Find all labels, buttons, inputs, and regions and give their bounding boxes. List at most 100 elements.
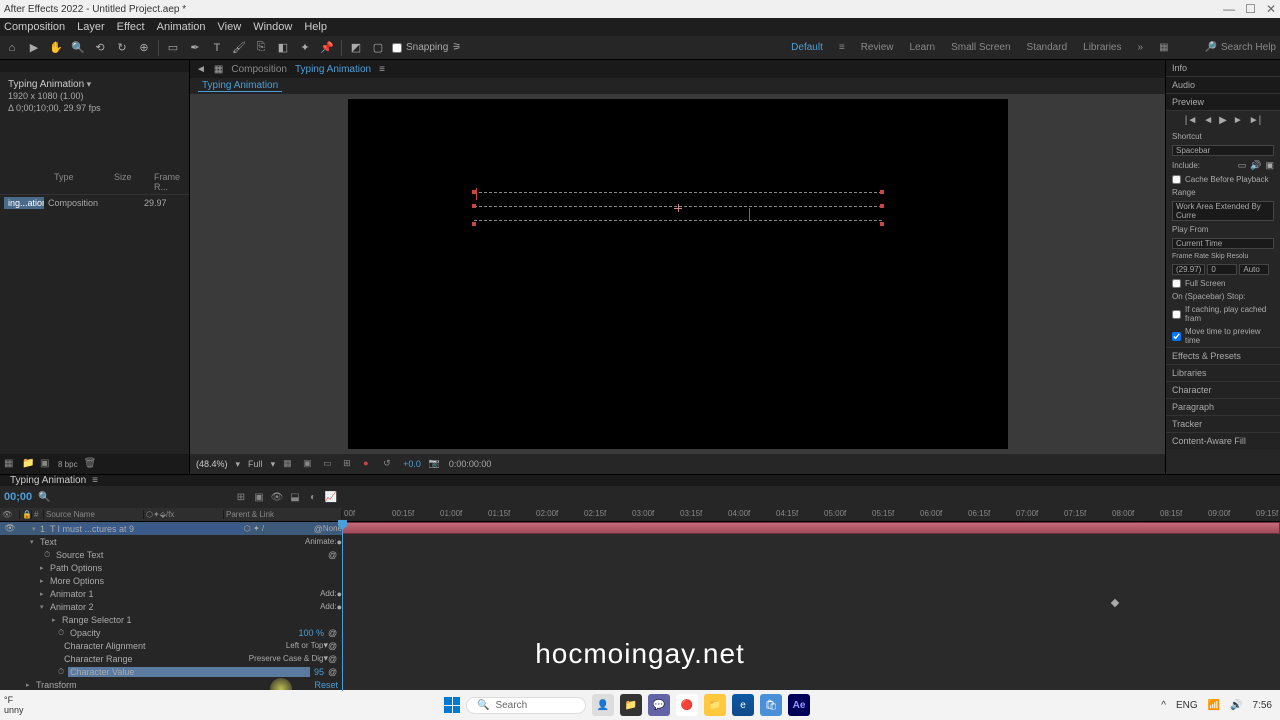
handle-bl[interactable]	[472, 222, 476, 226]
fullscreen-checkbox[interactable]	[1172, 279, 1181, 288]
play-from-value[interactable]: Current Time	[1172, 238, 1274, 249]
char-value-value[interactable]: 95	[310, 667, 328, 677]
snapping-checkbox[interactable]	[392, 43, 402, 53]
selection-tool-icon[interactable]: ▶	[26, 40, 42, 56]
last-frame-icon[interactable]: ►|	[1249, 115, 1262, 126]
maximize-icon[interactable]: ☐	[1245, 2, 1256, 16]
add-menu-1[interactable]: Add:	[320, 589, 336, 598]
tray-wifi-icon[interactable]: 📶	[1208, 700, 1220, 711]
panel-effects-presets[interactable]: Effects & Presets	[1166, 347, 1280, 364]
workspace-menu-icon[interactable]: ≡	[839, 42, 845, 53]
handle-tr[interactable]	[880, 190, 884, 194]
bpc-label[interactable]: 8 bpc	[58, 460, 78, 469]
menu-effect[interactable]: Effect	[117, 21, 145, 33]
panel-audio[interactable]: Audio	[1166, 77, 1280, 94]
panel-character[interactable]: Character	[1166, 381, 1280, 398]
shy-icon[interactable]: 👁	[270, 490, 284, 504]
comp-nav-back-icon[interactable]: ◄	[196, 64, 206, 75]
minimize-icon[interactable]: —	[1223, 2, 1235, 16]
graph-editor-icon[interactable]: 📈	[324, 490, 338, 504]
layer-name[interactable]: I must ...ctures at 9	[56, 524, 244, 534]
menu-layer[interactable]: Layer	[77, 21, 105, 33]
taskbar-app-teams[interactable]: 💬	[648, 694, 670, 716]
new-folder-icon[interactable]: 📁	[22, 458, 34, 470]
workspace-libraries[interactable]: Libraries	[1083, 42, 1121, 53]
layer-1-bar[interactable]	[342, 522, 1280, 534]
add-menu-2[interactable]: Add:	[320, 602, 336, 611]
current-timecode[interactable]: 00;00	[4, 491, 32, 503]
roi-icon[interactable]: ▭	[323, 458, 335, 470]
workspace-learn[interactable]: Learn	[910, 42, 936, 53]
taskbar-app-store[interactable]: 🛍	[760, 694, 782, 716]
exposure-value[interactable]: +0.0	[403, 459, 421, 469]
stopwatch-opacity[interactable]: ⏱	[58, 628, 68, 638]
workspace-standard[interactable]: Standard	[1027, 42, 1068, 53]
weather-widget[interactable]: °F unny	[4, 696, 24, 716]
fps-value[interactable]: (29.97)	[1172, 264, 1205, 275]
panel-paragraph[interactable]: Paragraph	[1166, 398, 1280, 415]
workspace-default[interactable]: Default	[791, 42, 823, 53]
prop-range-selector-row[interactable]: ▸ Range Selector 1	[0, 613, 342, 626]
frame-blend-icon[interactable]: ⬓	[288, 490, 302, 504]
cache-before-checkbox[interactable]	[1172, 175, 1181, 184]
shape-stroke-icon[interactable]: ▢	[370, 40, 386, 56]
twirl-anim1[interactable]: ▸	[40, 590, 48, 598]
playhead[interactable]	[342, 522, 343, 691]
workspace-panel-icon[interactable]: ▦	[1159, 42, 1168, 53]
timeline-track-area[interactable]: 00f00:15f01:00f01:15f02:00f02:15f03:00f0…	[342, 486, 1280, 707]
prop-opacity-row[interactable]: ⏱ Opacity 100 % @	[0, 626, 342, 639]
panel-content-aware[interactable]: Content-Aware Fill	[1166, 432, 1280, 449]
taskbar-search[interactable]: 🔍 Search	[466, 697, 586, 714]
rotation-tool-icon[interactable]: ↻	[114, 40, 130, 56]
transform-reset[interactable]: Reset	[310, 680, 342, 690]
anchor-point-icon[interactable]	[674, 204, 682, 212]
channel-icon[interactable]: ●	[363, 458, 375, 470]
taskbar-app-ae[interactable]: Ae	[788, 694, 810, 716]
opacity-value[interactable]: 100 %	[294, 628, 328, 638]
clone-tool-icon[interactable]: ⎘	[253, 40, 269, 56]
anchor-tool-icon[interactable]: ⊕	[136, 40, 152, 56]
text-layer-bounds[interactable]	[474, 192, 882, 224]
grid-guides-icon[interactable]: ⊞	[343, 458, 355, 470]
snapping-options-icon[interactable]: ⚞	[452, 42, 461, 53]
panel-preview[interactable]: Preview	[1166, 94, 1280, 111]
rectangle-tool-icon[interactable]: ▭	[165, 40, 181, 56]
twirl-transform[interactable]: ▸	[26, 681, 34, 689]
time-ruler[interactable]: 00f00:15f01:00f01:15f02:00f02:15f03:00f0…	[342, 508, 1280, 522]
char-value-pickwhip-icon[interactable]: @	[328, 667, 342, 677]
prop-source-text-row[interactable]: ⏱ Source Text @	[0, 548, 342, 561]
prop-more-options-row[interactable]: ▸ More Options	[0, 574, 342, 587]
mask-toggle-icon[interactable]: ▣	[303, 458, 315, 470]
stopwatch-char-value[interactable]: ⏱	[58, 667, 68, 677]
char-align-value[interactable]: Left or Top	[286, 641, 324, 650]
motion-blur-icon[interactable]: ◐	[306, 490, 320, 504]
project-item-row[interactable]: ing...ation Composition 29.97	[0, 195, 189, 211]
workspace-review[interactable]: Review	[861, 42, 894, 53]
roto-tool-icon[interactable]: ✦	[297, 40, 313, 56]
interpret-footage-icon[interactable]: ▦	[4, 458, 16, 470]
panel-tracker[interactable]: Tracker	[1166, 415, 1280, 432]
close-icon[interactable]: ✕	[1266, 2, 1276, 16]
comp-subtab[interactable]: Typing Animation	[198, 80, 282, 92]
panel-libraries[interactable]: Libraries	[1166, 364, 1280, 381]
layer-1-row[interactable]: 👁 ▾ 1 T I must ...ctures at 9 ⬡ ✦ / @ No…	[0, 522, 342, 535]
prev-frame-icon[interactable]: ◄	[1203, 115, 1213, 126]
move-time-checkbox[interactable]	[1172, 332, 1181, 341]
twirl-more[interactable]: ▸	[40, 577, 48, 585]
menu-animation[interactable]: Animation	[157, 21, 206, 33]
layer-visible-icon[interactable]: 👁	[0, 523, 20, 534]
twirl-anim2[interactable]: ▾	[40, 603, 48, 611]
timeline-tab[interactable]: Typing Animation	[4, 475, 92, 486]
stopwatch-source-text[interactable]: ⏱	[44, 550, 54, 560]
tray-volume-icon[interactable]: 🔊	[1230, 700, 1242, 711]
include-video-icon[interactable]: ▭	[1238, 160, 1247, 171]
pen-tool-icon[interactable]: ✒	[187, 40, 203, 56]
prop-animator2-row[interactable]: ▾ Animator 2 Add: ●	[0, 600, 342, 613]
timeline-search-icon[interactable]: 🔍	[38, 492, 50, 503]
taskbar-app-3[interactable]: 🔴	[676, 694, 698, 716]
shortcut-value[interactable]: Spacebar	[1172, 145, 1274, 156]
tray-chevron-icon[interactable]: ^	[1161, 700, 1166, 711]
brush-tool-icon[interactable]: 🖌	[231, 40, 247, 56]
layer-twirl[interactable]: ▾	[32, 525, 40, 533]
tray-time[interactable]: 7:56	[1253, 700, 1272, 711]
